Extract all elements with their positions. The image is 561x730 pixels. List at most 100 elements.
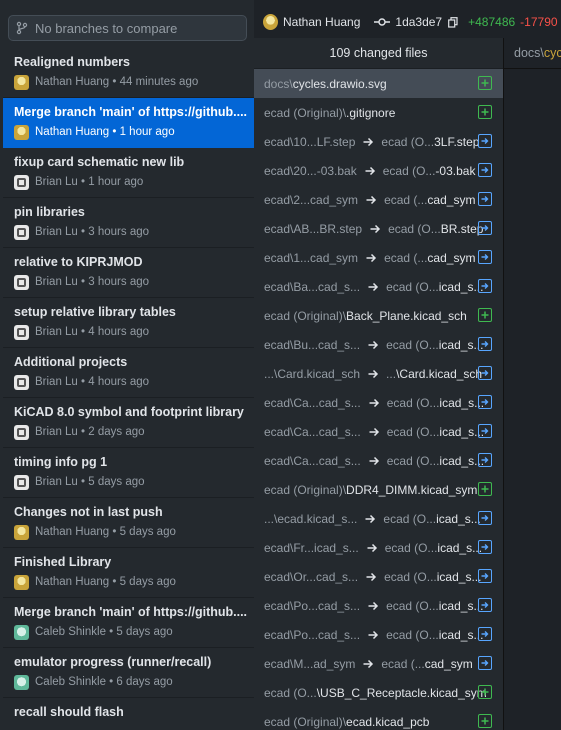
changed-file-row[interactable]: ecad\Ca...cad_s... ecad (O... icad_s... <box>254 417 503 446</box>
commit-time: 2 days ago <box>88 426 145 438</box>
commit-summary: Merge branch 'main' of https://github...… <box>14 605 248 619</box>
rename-arrow-icon <box>365 514 376 524</box>
file-added-icon <box>478 685 492 699</box>
deletions-count: -17790 <box>520 15 558 29</box>
commit-meta: Brian Lu • 4 hours ago <box>14 323 254 341</box>
commit-row[interactable]: Realigned numbers Nathan Huang • 44 minut… <box>3 48 254 98</box>
commit-summary: fixup card schematic new lib <box>14 155 185 169</box>
new-file-name: icad_s... <box>438 337 484 352</box>
commit-time: 5 days ago <box>88 476 145 488</box>
commit-summary: Changes not in last push <box>14 505 163 519</box>
file-name: .gitignore <box>346 105 396 120</box>
commit-row[interactable]: Finished Library Nathan Huang • 5 days ag… <box>3 548 254 598</box>
commit-summary: Realigned numbers <box>14 55 130 69</box>
commit-row[interactable]: relative to KIPRJMOD Brian Lu • 3 hours a… <box>3 248 254 298</box>
changed-file-row[interactable]: ecad\Ba...cad_s... ecad (O... icad_s... <box>254 272 503 301</box>
old-file-path: ecad\Ca...cad_s... <box>264 395 361 410</box>
changed-file-row[interactable]: ecad\Ca...cad_s... ecad (O... icad_s... <box>254 446 503 475</box>
file-renamed-icon <box>478 627 492 641</box>
commit-author: Nathan Huang <box>35 576 110 588</box>
old-file-path: ecad\1...cad_sym <box>264 250 359 265</box>
changed-file-row[interactable]: ecad\AB...BR.step ecad (O... BR.step <box>254 214 503 243</box>
commit-author: Caleb Shinkle <box>35 626 106 638</box>
commit-summary: pin libraries <box>14 205 85 219</box>
commit-summary: recall should flash <box>14 705 124 719</box>
commit-row[interactable]: pin libraries Brian Lu • 3 hours ago <box>3 198 254 248</box>
changed-file-row[interactable]: ...\Card.kicad_sch... \Card.kicad_sch <box>254 359 503 388</box>
commit-sha[interactable]: 1da3de7 <box>395 15 442 29</box>
rename-arrow-icon <box>370 224 381 234</box>
changed-file-row[interactable]: ecad (Original)\ .gitignore <box>254 98 503 127</box>
file-renamed-icon <box>478 569 492 583</box>
meta-separator: • <box>77 326 89 338</box>
author-avatar <box>14 174 29 190</box>
commit-time: 6 days ago <box>116 676 173 688</box>
author-avatar <box>14 624 29 640</box>
new-file-dir: ecad (O... <box>386 395 440 410</box>
new-file-name: cad_sym <box>424 656 473 671</box>
commit-row[interactable]: Merge branch 'main' of https://github...… <box>3 598 254 648</box>
commit-row[interactable]: timing info pg 1 Brian Lu • 5 days ago <box>3 448 254 498</box>
changed-file-row[interactable]: ecad\Ca...cad_s... ecad (O... icad_s... <box>254 388 503 417</box>
changed-file-row[interactable]: ecad (Original)\ ecad.kicad_pcb <box>254 707 503 730</box>
file-added-icon <box>478 714 492 728</box>
rename-arrow-icon <box>368 340 379 350</box>
file-name: ecad.kicad_pcb <box>346 714 430 729</box>
commit-row[interactable]: fixup card schematic new lib Brian Lu • 1… <box>3 148 254 198</box>
rename-arrow-icon <box>368 369 379 379</box>
rename-arrow-icon <box>365 166 376 176</box>
rename-arrow-icon <box>363 659 374 669</box>
changed-file-row[interactable]: ecad\1...cad_sym ecad (... cad_sym <box>254 243 503 272</box>
changed-file-row[interactable]: ...\ecad.kicad_s... ecad (O... icad_s... <box>254 504 503 533</box>
changed-file-row[interactable]: ecad\Po...cad_s... ecad (O... icad_s... <box>254 591 503 620</box>
history-pane: No branches to compare Realigned numbers… <box>0 0 254 730</box>
changed-file-row[interactable]: ecad\Or...cad_s... ecad (O... icad_s... <box>254 562 503 591</box>
old-file-path: ecad\Ba...cad_s... <box>264 279 361 294</box>
commit-row[interactable]: KiCAD 8.0 symbol and footprint library Br… <box>3 398 254 448</box>
commit-meta: Nathan Huang • 5 days ago <box>14 573 254 591</box>
new-file-name: \Card.kicad_sch <box>396 366 483 381</box>
file-renamed-icon <box>478 511 492 525</box>
commit-author: Brian Lu <box>35 476 78 488</box>
changed-file-row[interactable]: ecad (O... \USB_C_Receptacle.kicad_sym <box>254 678 503 707</box>
changed-file-row[interactable]: ecad\2...cad_sym ecad (... cad_sym <box>254 185 503 214</box>
new-file-dir: ecad (O... <box>386 337 439 352</box>
changed-file-row[interactable]: ecad\Bu...cad_s... ecad (O... icad_s... <box>254 330 503 359</box>
commit-row[interactable]: recall should flash <box>3 698 254 730</box>
commit-row[interactable]: emulator progress (runner/recall) Caleb S… <box>3 648 254 698</box>
commit-meta: Brian Lu • 4 hours ago <box>14 373 254 391</box>
author-avatar <box>14 74 29 90</box>
changed-file-row[interactable]: ecad (Original)\ DDR4_DIMM.kicad_sym <box>254 475 503 504</box>
rename-arrow-icon <box>367 543 378 553</box>
commit-meta: Caleb Shinkle • 5 days ago <box>14 623 254 641</box>
commit-row[interactable]: Additional projects Brian Lu • 4 hours ag… <box>3 348 254 398</box>
commit-row[interactable]: setup relative library tables Brian Lu • … <box>3 298 254 348</box>
file-dir: ecad (O... <box>264 685 317 700</box>
copy-icon[interactable] <box>448 16 458 28</box>
changed-file-row[interactable]: ecad\Fr...icad_s... ecad (O... icad_s... <box>254 533 503 562</box>
rename-arrow-icon <box>369 398 380 408</box>
changed-file-row[interactable]: docs\ cycles.drawio.svg <box>254 69 503 98</box>
commit-row[interactable]: Merge branch 'main' of https://github...… <box>3 98 254 148</box>
changed-file-row[interactable]: ecad\M...ad_sym ecad (... cad_sym <box>254 649 503 678</box>
old-file-path: ecad\2...cad_sym <box>264 192 359 207</box>
changed-file-row[interactable]: ecad (Original)\ Back_Plane.kicad_sch <box>254 301 503 330</box>
commit-author: Nathan Huang <box>35 126 110 138</box>
branch-compare-input[interactable]: No branches to compare <box>8 15 247 41</box>
new-file-dir: ecad (O... <box>381 134 435 149</box>
changed-file-row[interactable]: ecad\Po...cad_s... ecad (O... icad_s... <box>254 620 503 649</box>
file-dir: ecad (Original)\ <box>264 714 347 729</box>
commit-time: 3 hours ago <box>88 276 150 288</box>
commit-author: Nathan Huang <box>283 15 361 29</box>
changed-file-row[interactable]: ecad\10...LF.step ecad (O... 3LF.step <box>254 127 503 156</box>
meta-separator: • <box>109 526 120 538</box>
changed-file-row[interactable]: ecad\20...-03.bak ecad (O... -03.bak <box>254 156 503 185</box>
new-file-dir: ecad (O... <box>383 511 437 526</box>
new-file-dir: ... <box>386 366 397 381</box>
author-avatar <box>14 674 29 690</box>
file-name: \USB_C_Receptacle.kicad_sym <box>316 685 487 700</box>
meta-separator: • <box>109 76 120 88</box>
commit-row[interactable]: Changes not in last push Nathan Huang • 5… <box>3 498 254 548</box>
file-renamed-icon <box>478 395 492 409</box>
commit-meta: Caleb Shinkle • 6 days ago <box>14 673 254 691</box>
